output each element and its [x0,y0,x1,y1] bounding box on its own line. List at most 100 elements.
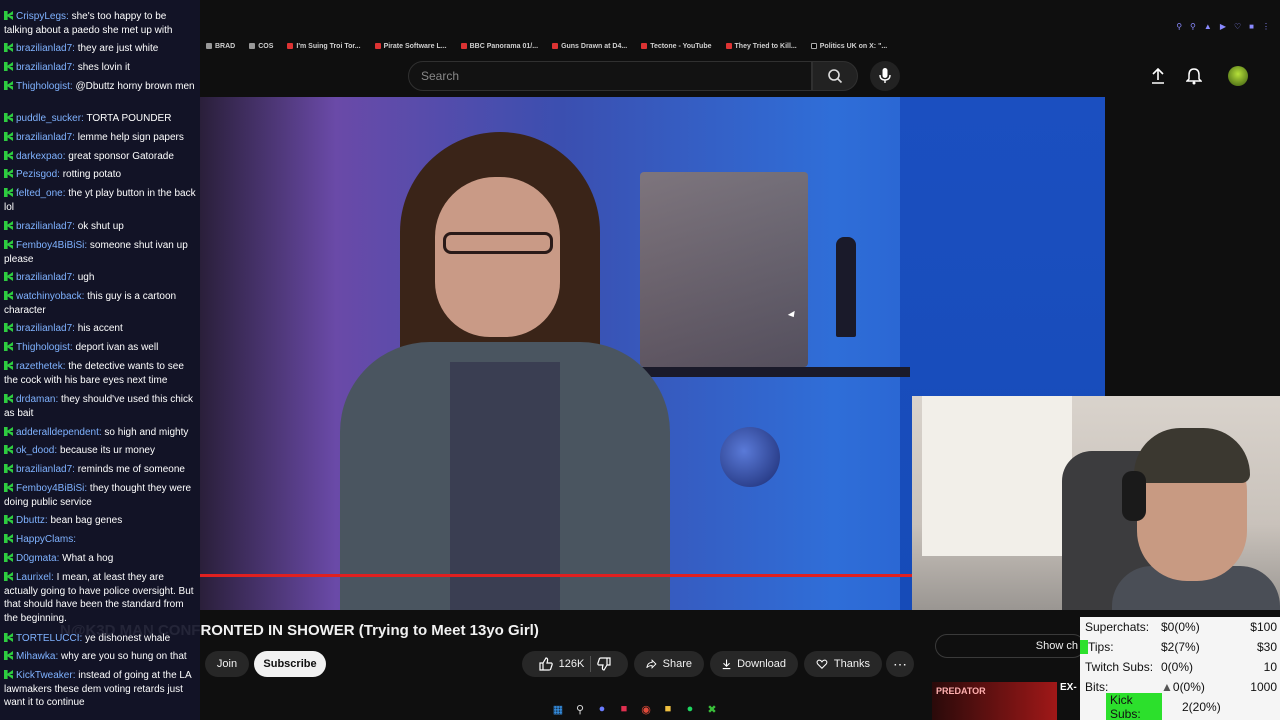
search-input[interactable]: Search [408,61,812,91]
chat-message: Femboy4BiBiSi: someone shut ivan up plea… [4,239,196,266]
kick-badge-icon [4,188,13,197]
spotify-icon[interactable]: ● [682,701,698,717]
search-icon[interactable]: ⚲ [572,701,588,717]
window [922,396,1072,556]
xbox-icon[interactable]: ✖ [704,701,720,717]
pin-icon[interactable]: ⚲ [1190,22,1196,31]
menu-icon[interactable]: ⋮ [1262,22,1270,31]
share-icon [646,659,657,669]
discord-icon[interactable]: ● [594,701,610,717]
zoom-icon[interactable]: ⚲ [1176,22,1182,31]
chat-username[interactable]: TORTELUCCI [16,633,80,644]
file-explorer-icon[interactable]: ■ [660,701,676,717]
windows-start-icon[interactable]: ▦ [550,701,566,717]
chat-username[interactable]: brazilianlad7 [16,132,72,143]
bookmark-item[interactable]: I'm Suing Troi Tor... [287,43,361,50]
thanks-button[interactable]: Thanks [804,651,882,677]
recommended-thumbnail[interactable]: PREDATOR [932,682,1057,720]
kick-badge-icon [4,394,13,403]
chat-username[interactable]: brazilianlad7 [16,323,72,334]
notifications-button[interactable] [1184,66,1204,86]
chat-text: reminds me of someone [77,464,185,475]
chat-username[interactable]: Laurixel [16,572,51,583]
chat-username[interactable]: D0gmata [16,553,57,564]
chat-username[interactable]: Thighologist [16,81,70,92]
voice-search-button[interactable] [870,61,900,91]
thumbs-down-icon[interactable] [597,657,611,671]
kick-badge-icon [4,445,13,454]
bookmark-item[interactable]: They Tried to Kill... [725,43,797,50]
chat-username[interactable]: felted_one [16,188,63,199]
recommended-thumbnail-tag: EX- [1060,682,1077,693]
chat-username[interactable]: Mihawka [16,651,55,662]
chat-username[interactable]: Thighologist [16,342,70,353]
download-button[interactable]: Download [710,651,798,677]
chat-message: felted_one: the yt play button in the ba… [4,187,196,214]
share-button[interactable]: Share [634,651,704,677]
bookmark-item[interactable]: Guns Drawn at D4... [552,43,627,50]
chat-text: @Dbuttz horny brown men [75,81,195,92]
chat-username[interactable]: adderalldependent [16,427,99,438]
chat-username[interactable]: CrispyLegs [16,11,66,22]
stream-goals-overlay: Superchats: $0(0%) $100 Tips: $2(7%) $30… [1080,617,1280,720]
chat-username[interactable]: ok_dood [16,445,54,456]
chat-text: because its ur money [59,445,155,456]
face [435,177,560,337]
kick-badge-icon [4,633,13,642]
twitch-subs-row: Twitch Subs: 0(0%) 10 [1085,660,1277,674]
upload-button[interactable] [1148,66,1168,86]
chat-username[interactable]: brazilianlad7 [16,272,72,283]
glasses [443,232,553,254]
account-avatar[interactable] [1228,66,1248,86]
bookmark-item[interactable]: COS [249,43,273,50]
join-button[interactable]: Join [205,651,249,677]
subscribe-button[interactable]: Subscribe [254,651,326,677]
browser-extension-icons[interactable]: ⚲ ⚲ ▲ ▶ ♡ ■ ⋮ [1176,22,1270,31]
bookmark-item[interactable]: BRAD [206,43,235,50]
chat-message: D0gmata: What a hog [4,552,196,566]
browser-icon[interactable]: ■ [616,701,632,717]
chat-text: they are just white [77,43,159,54]
bell-icon [1186,68,1202,85]
more-actions-button[interactable]: ⋯ [886,651,914,677]
like-button[interactable]: 126K [539,657,584,671]
tips-row: Tips: $2(7%) $30 [1080,637,1277,657]
bookmark-item[interactable]: BBC Panorama 01/... [460,43,538,50]
chat-username[interactable]: brazilianlad7 [16,464,72,475]
chat-username[interactable]: Femboy4BiBiSi [16,240,84,251]
chat-username[interactable]: Pezisgod [16,169,57,180]
bookmark-item[interactable]: Politics UK on X: "... [810,43,887,50]
chat-username[interactable]: KickTweaker [16,670,73,681]
chat-username[interactable]: Femboy4BiBiSi [16,483,84,494]
chat-message: brazilianlad7: his accent [4,322,196,336]
show-chat-button[interactable]: Show ch [935,634,1085,658]
chat-message: Pezisgod: rotting potato [4,168,196,182]
play-icon[interactable]: ▶ [1220,22,1226,31]
puzzle-icon[interactable]: ■ [1249,22,1254,31]
chat-separator: : [73,534,77,545]
search-button[interactable] [812,61,858,91]
tips-label-wrap: Tips: [1080,640,1161,654]
youtube-icon [374,43,381,49]
chat-username[interactable]: razethetek [16,361,63,372]
chat-username[interactable]: drdaman [16,394,55,405]
chat-text: deport ivan as well [75,342,159,353]
chat-message: Thighologist: deport ivan as well [4,341,196,355]
chat-username[interactable]: brazilianlad7 [16,221,72,232]
chat-username[interactable]: brazilianlad7 [16,43,72,54]
chat-username[interactable]: watchinyoback [16,291,82,302]
chat-username[interactable]: puddle_sucker [16,113,81,124]
chat-message: brazilianlad7: ugh [4,271,196,285]
kick-badge-icon [4,670,13,679]
kick-badge-icon [4,62,13,71]
chat-username[interactable]: HappyClams [16,534,73,545]
video-progress-bar[interactable] [200,574,912,577]
chat-username[interactable]: Dbuttz [16,515,45,526]
chat-username[interactable]: brazilianlad7 [16,62,72,73]
heart-icon[interactable]: ♡ [1234,22,1241,31]
shield-icon[interactable]: ▲ [1204,22,1212,31]
chat-username[interactable]: darkexpao [16,151,63,162]
bookmark-item[interactable]: Pirate Software L... [374,43,447,50]
bookmark-item[interactable]: Tectone - YouTube [641,43,712,50]
chrome-icon[interactable]: ◉ [638,701,654,717]
